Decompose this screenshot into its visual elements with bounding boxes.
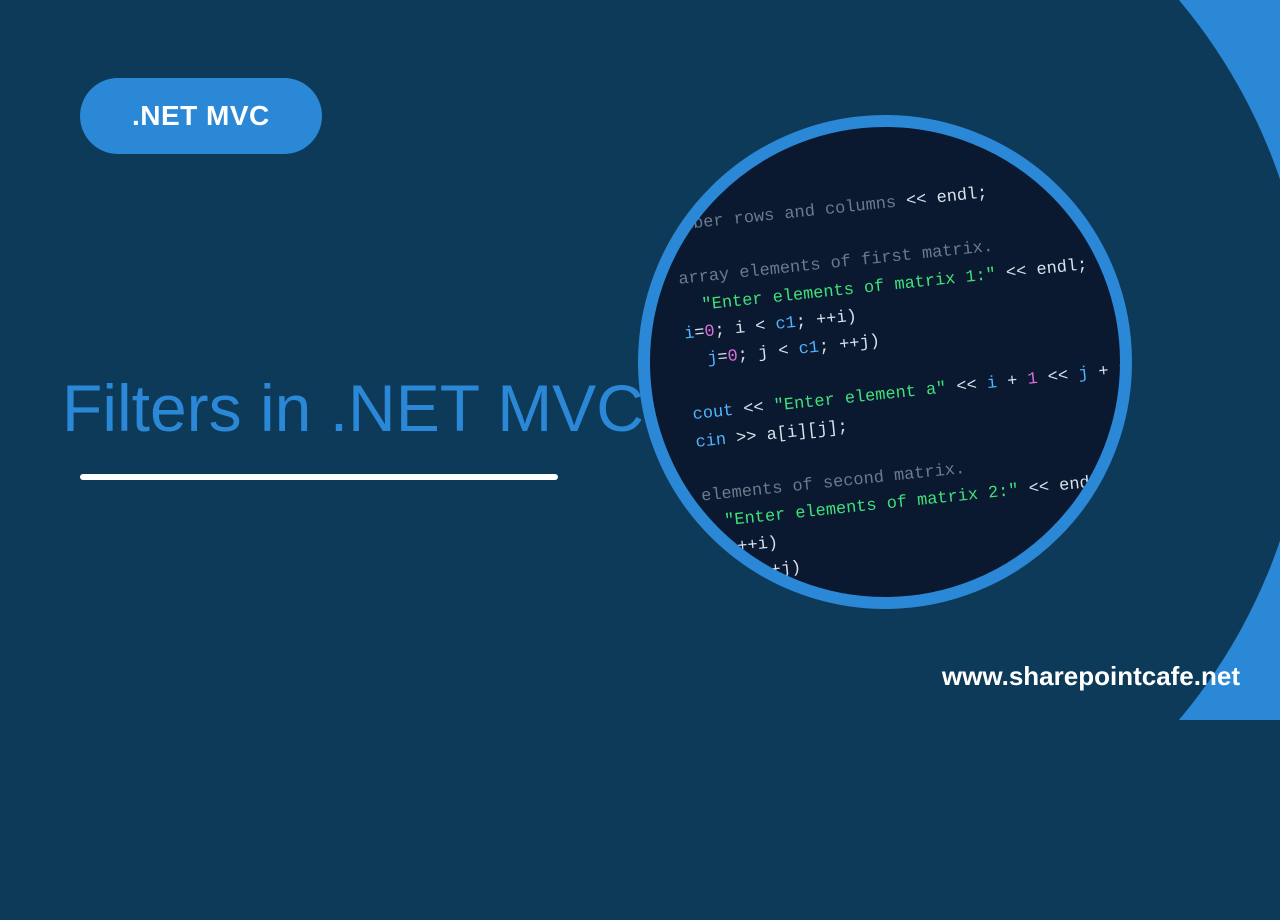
category-badge: .NET MVC <box>80 78 322 154</box>
page-title: Filters in .NET MVC <box>62 370 644 446</box>
footer-url: www.sharepointcafe.net <box>942 661 1240 692</box>
title-underline <box>80 474 558 480</box>
code-preview-circle: umber rows and columns << endl; array el… <box>638 115 1132 609</box>
badge-label: .NET MVC <box>132 100 270 131</box>
code-snippet: umber rows and columns << endl; array el… <box>672 159 1132 592</box>
